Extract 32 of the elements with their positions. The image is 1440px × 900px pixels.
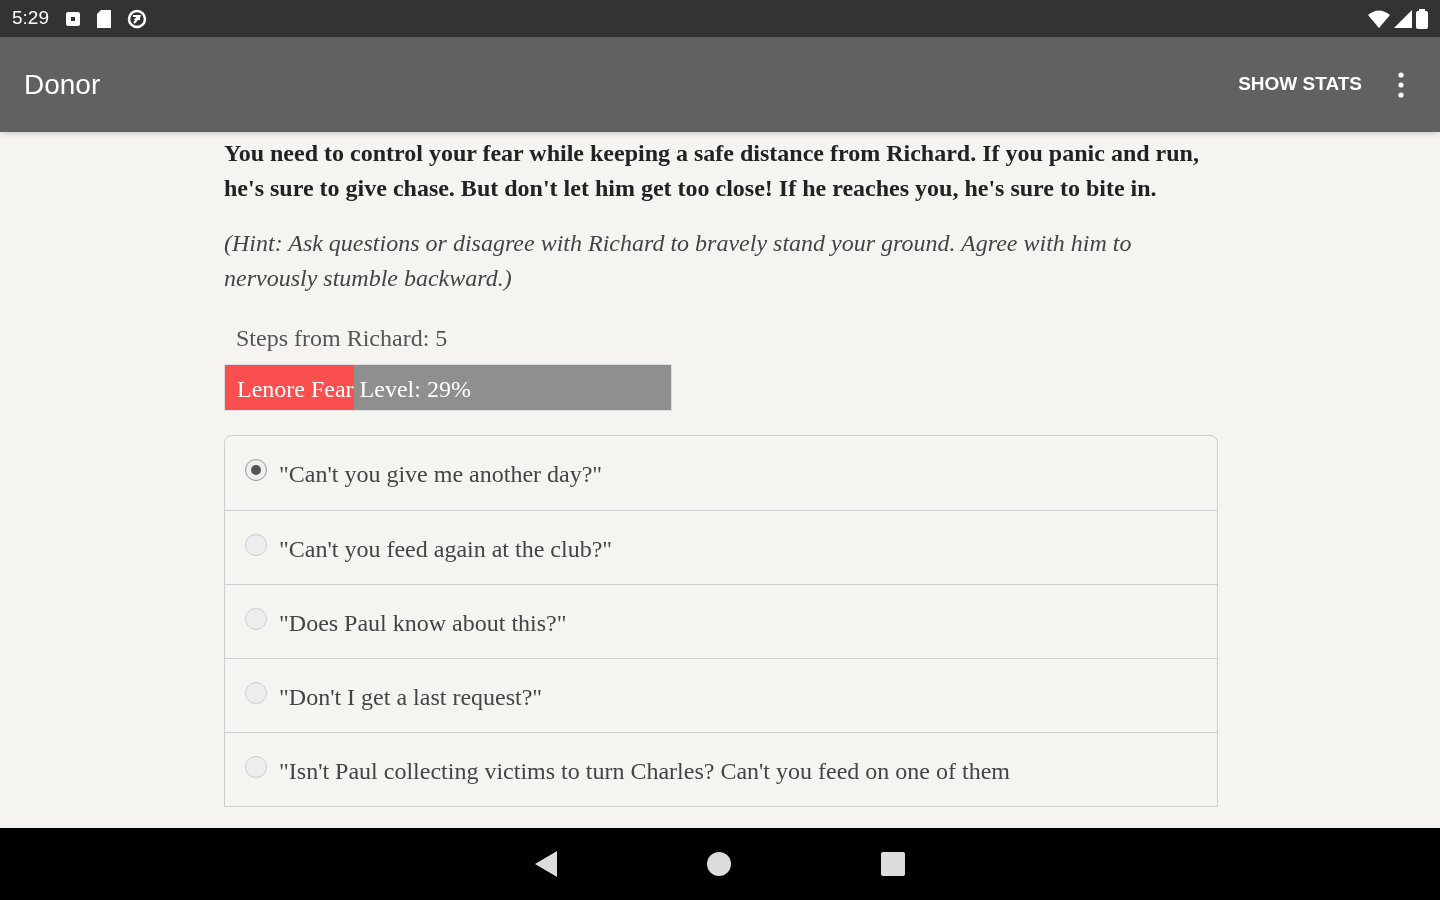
- option-label: "Isn't Paul collecting victims to turn Charles? Can't you feed on one of them: [279, 757, 1010, 786]
- notification-icon: [65, 10, 81, 27]
- option-row[interactable]: "Does Paul know about this?": [225, 584, 1217, 658]
- steps-label: Steps from Richard: 5: [236, 324, 448, 353]
- option-row[interactable]: "Don't I get a last request?": [225, 658, 1217, 732]
- fear-meter-label: Lenore Fear Level: 29%: [237, 375, 471, 404]
- story-text: You need to control your fear while keeping a safe distance from Richard. If you panic and run, he's sure to give chase. But don't let him get too close! If he reaches you, he's sure to bite in.: [224, 139, 1200, 203]
- radio-button[interactable]: [245, 534, 267, 556]
- signal-icon: [1394, 9, 1412, 28]
- show-stats-button[interactable]: SHOW STATS: [1238, 70, 1362, 99]
- back-icon[interactable]: [535, 851, 557, 877]
- sd-card-icon: [97, 9, 111, 28]
- hint-text: (Hint: Ask questions or disagree with Richard to bravely stand your ground. Agree with him to nervously stumble backward.): [224, 229, 1133, 293]
- option-row[interactable]: "Isn't Paul collecting victims to turn Charles? Can't you feed on one of them: [225, 732, 1217, 806]
- radio-button[interactable]: [245, 756, 267, 778]
- radio-button[interactable]: [245, 682, 267, 704]
- option-row[interactable]: "Can't you feed again at the club?": [225, 510, 1217, 584]
- option-row[interactable]: "Can't you give me another day?": [225, 436, 1217, 510]
- option-label: "Can't you feed again at the club?": [279, 535, 613, 564]
- option-label: "Does Paul know about this?": [279, 609, 567, 638]
- battery-icon: [1416, 8, 1428, 29]
- more-options-icon[interactable]: [1398, 71, 1404, 98]
- radio-button[interactable]: [245, 608, 267, 630]
- wifi-icon: [1368, 9, 1390, 28]
- status-time: 5:29: [12, 6, 49, 31]
- radio-button[interactable]: [245, 459, 267, 481]
- app-title: Donor: [24, 67, 101, 102]
- home-icon[interactable]: [707, 852, 731, 876]
- option-label: "Can't you give me another day?": [279, 460, 603, 489]
- option-label: "Don't I get a last request?": [279, 683, 543, 712]
- sync-icon: [127, 8, 147, 29]
- recents-icon[interactable]: [881, 852, 905, 876]
